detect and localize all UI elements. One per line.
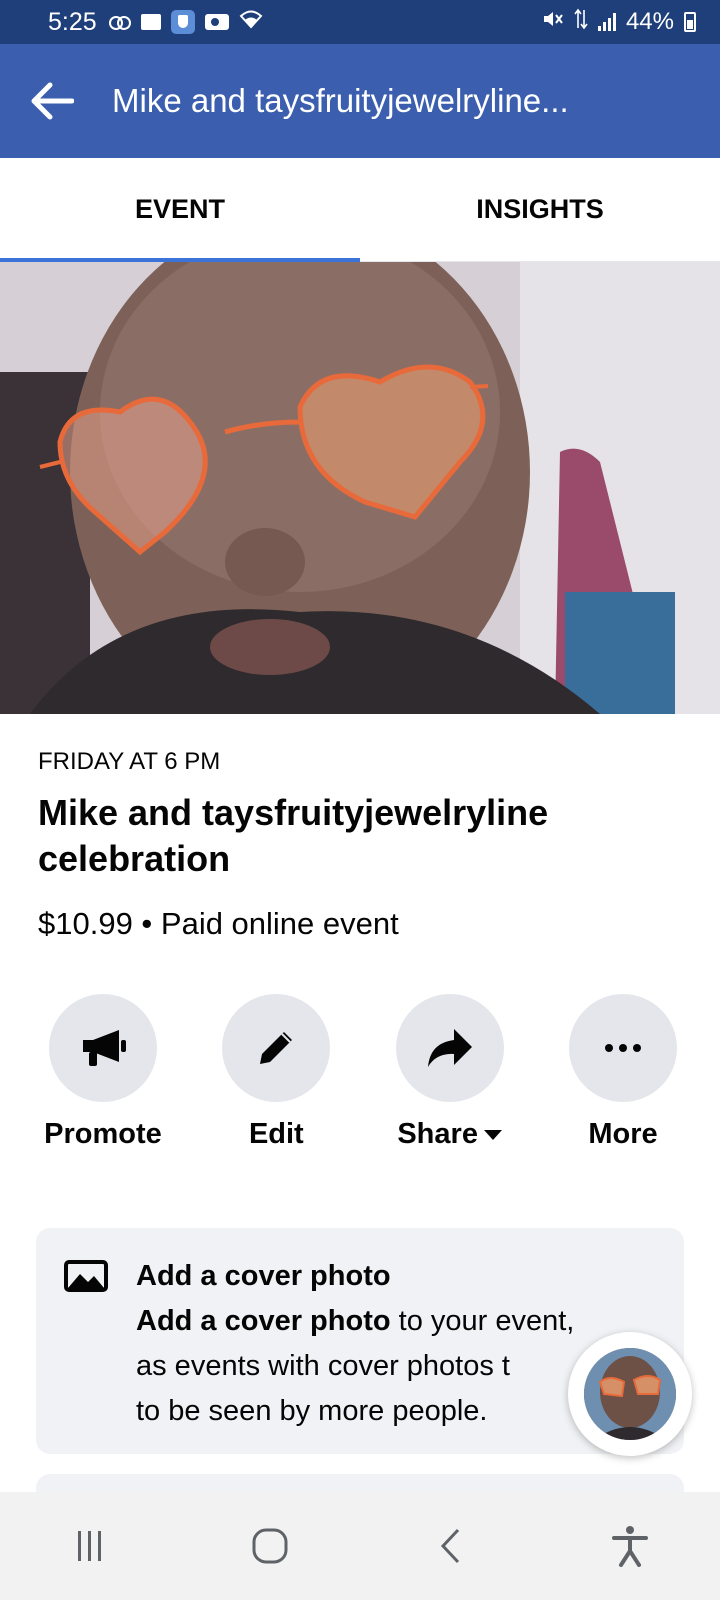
home-button[interactable] <box>230 1506 310 1586</box>
shield-icon <box>170 10 195 34</box>
recent-apps-button[interactable] <box>50 1506 130 1586</box>
cover-photo-line-2: as events with cover photos t <box>136 1350 510 1382</box>
more-circle[interactable] <box>568 994 677 1102</box>
share-circle[interactable] <box>395 994 504 1102</box>
image-icon <box>64 1260 108 1297</box>
tab-insights[interactable]: INSIGHTS <box>360 158 720 261</box>
tab-event[interactable]: EVENT <box>0 158 360 262</box>
more-button[interactable]: More <box>558 994 688 1151</box>
data-icon <box>574 8 588 37</box>
edit-circle[interactable] <box>222 994 331 1102</box>
video-icon <box>204 14 229 30</box>
voicemail-icon <box>108 16 131 30</box>
pencil-icon <box>260 1032 293 1064</box>
event-title: Mike and taysfruityjewelryline celebrati… <box>38 792 549 879</box>
share-label-text: Share <box>397 1118 478 1150</box>
megaphone-icon <box>83 1030 126 1066</box>
cover-photo-line-1: Add a cover photo to your event, <box>136 1299 606 1344</box>
accessibility-icon <box>612 1526 648 1567</box>
wifi-icon <box>239 8 263 36</box>
back-icon <box>440 1528 460 1564</box>
promote-label: Promote <box>44 1118 162 1150</box>
home-icon <box>252 1528 288 1564</box>
cover-photo-heading: Add a cover photo <box>136 1260 391 1292</box>
accessibility-button[interactable] <box>590 1506 670 1586</box>
cover-photo-text: Add a cover photo Add a cover photo to y… <box>136 1254 606 1434</box>
battery-icon <box>684 12 696 32</box>
edit-label: Edit <box>248 1118 304 1150</box>
more-dots-icon <box>604 1044 641 1052</box>
system-back-button[interactable] <box>410 1506 490 1586</box>
cover-photo-link[interactable]: Add a cover photo <box>136 1305 391 1337</box>
event-date: FRIDAY AT 6 PM <box>38 748 221 775</box>
event-actions: Promote Edit Share More <box>38 994 688 1151</box>
status-bar: 5:25 44% <box>0 0 720 44</box>
floating-avatar-bubble[interactable] <box>568 1332 692 1456</box>
app-header: Mike and taysfruityjewelryline... <box>0 44 720 158</box>
promote-button[interactable]: Promote <box>38 994 168 1151</box>
cover-photo-line-3: to be seen by more people. <box>136 1395 488 1427</box>
arrow-left-icon <box>31 82 74 120</box>
promote-circle[interactable] <box>49 994 157 1102</box>
page-title: Mike and taysfruityjewelryline... <box>112 82 569 119</box>
status-left-icons <box>108 8 263 36</box>
folder-icon <box>140 14 161 30</box>
mute-icon <box>542 8 564 36</box>
caret-down-icon <box>483 1129 502 1140</box>
event-photo[interactable] <box>0 262 720 714</box>
share-arrow-icon <box>427 1029 472 1067</box>
status-time: 5:25 <box>48 7 97 36</box>
share-label: Share <box>397 1118 502 1151</box>
back-button[interactable] <box>24 73 80 129</box>
share-button[interactable]: Share <box>385 994 515 1151</box>
tab-bar: EVENT INSIGHTS <box>0 158 720 262</box>
status-right-icons: 44% <box>542 8 696 37</box>
event-price-type: $10.99 • Paid online event <box>38 906 399 941</box>
more-label: More <box>588 1118 658 1150</box>
battery-percent: 44% <box>625 8 674 35</box>
signal-icon <box>597 13 616 31</box>
system-nav-bar <box>0 1492 720 1600</box>
cover-photo-line-1-rest: to your event, <box>390 1305 575 1337</box>
recent-apps-icon <box>78 1531 101 1561</box>
edit-button[interactable]: Edit <box>211 994 341 1151</box>
avatar <box>584 1348 676 1440</box>
